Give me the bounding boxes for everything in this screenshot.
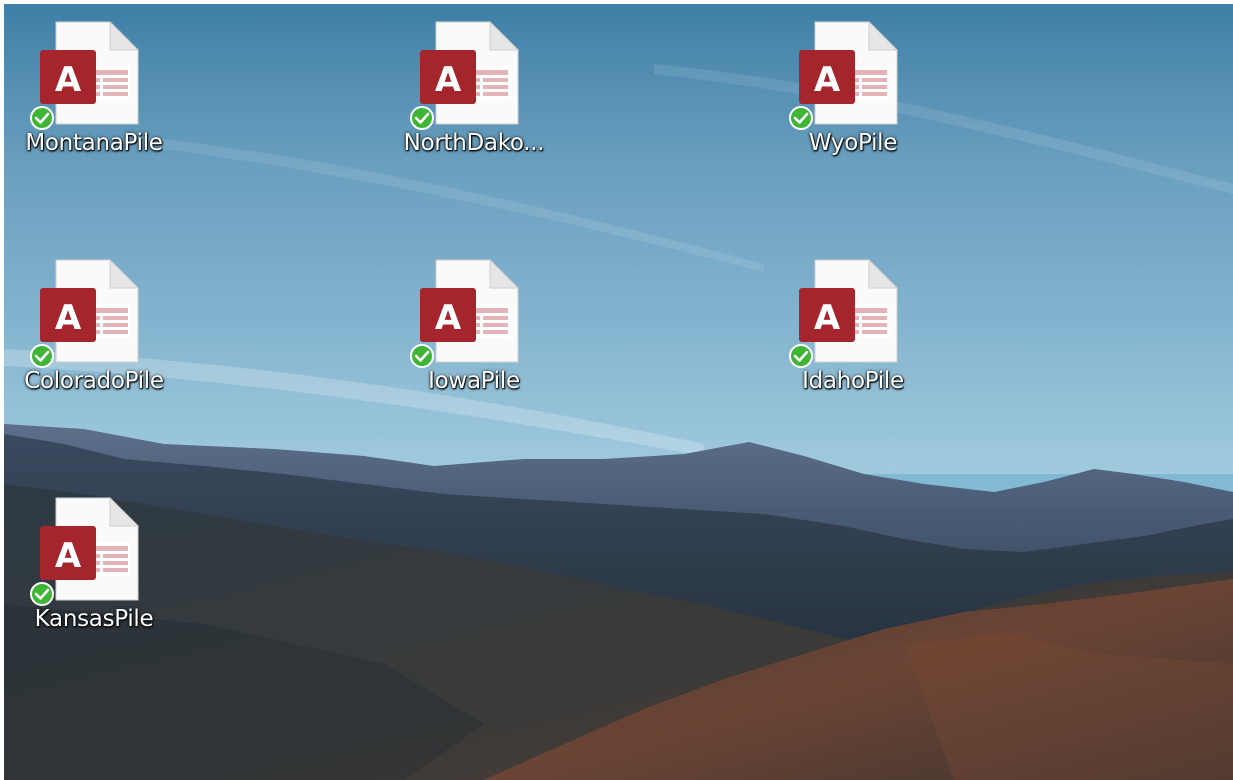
icon-label: IdahoPile xyxy=(802,368,904,394)
desktop[interactable]: A MontanaPile A NorthDako... A WyoPile A… xyxy=(4,4,1233,780)
access-database-icon: A xyxy=(410,258,520,368)
svg-text:A: A xyxy=(55,536,82,576)
icon-label: NorthDako... xyxy=(403,130,545,156)
access-database-icon: A xyxy=(789,258,899,368)
desktop-icon-coloradopile[interactable]: A ColoradoPile xyxy=(4,242,184,412)
desktop-icon-northdakopile[interactable]: A NorthDako... xyxy=(384,4,564,174)
svg-text:A: A xyxy=(435,60,462,100)
desktop-icon-montanapile[interactable]: A MontanaPile xyxy=(4,4,184,174)
icon-label: WyoPile xyxy=(808,130,898,156)
icon-label: ColoradoPile xyxy=(24,368,164,394)
desktop-icon-wyopile[interactable]: A WyoPile xyxy=(763,4,943,174)
access-database-icon: A xyxy=(410,20,520,130)
svg-text:A: A xyxy=(435,298,462,338)
icon-label: MontanaPile xyxy=(25,130,163,156)
desktop-icon-idahopile[interactable]: A IdahoPile xyxy=(763,242,943,412)
access-database-icon: A xyxy=(30,20,140,130)
icon-label: IowaPile xyxy=(428,368,520,394)
svg-text:A: A xyxy=(814,60,841,100)
icon-label: KansasPile xyxy=(34,606,154,632)
desktop-icon-kansaspile[interactable]: A KansasPile xyxy=(4,480,184,650)
desktop-icon-iowapile[interactable]: A IowaPile xyxy=(384,242,564,412)
access-database-icon: A xyxy=(30,496,140,606)
svg-text:A: A xyxy=(55,298,82,338)
access-database-icon: A xyxy=(30,258,140,368)
svg-text:A: A xyxy=(814,298,841,338)
access-database-icon: A xyxy=(789,20,899,130)
svg-text:A: A xyxy=(55,60,82,100)
